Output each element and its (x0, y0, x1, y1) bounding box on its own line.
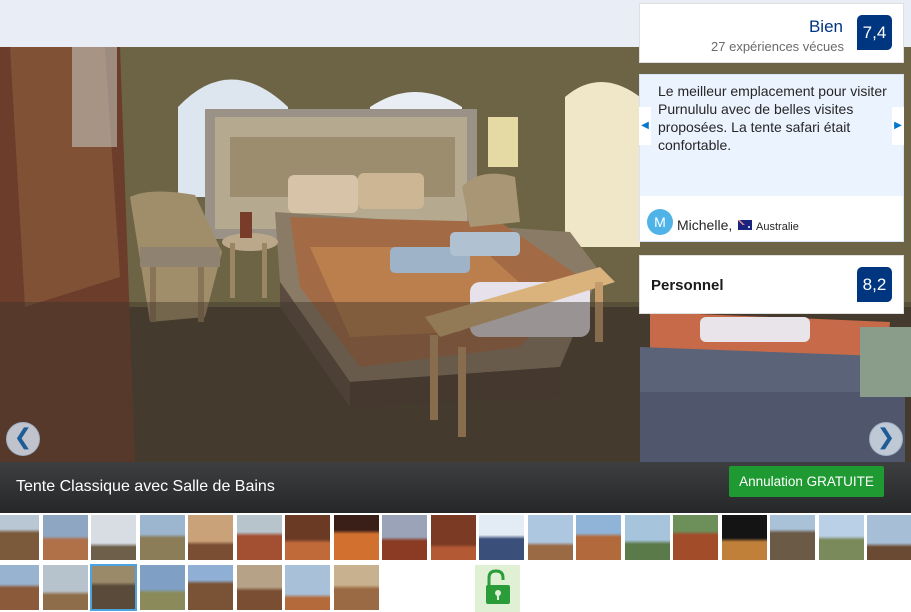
reviewer-country: Australie (756, 221, 799, 233)
staff-score-badge: 8,2 (857, 267, 892, 302)
photo-thumbnail[interactable] (43, 565, 88, 610)
photo-thumbnail[interactable] (285, 515, 330, 560)
photo-thumbnail[interactable] (625, 515, 670, 560)
unlock-icon (486, 569, 510, 604)
triangle-right-icon: ▶ (894, 120, 902, 131)
thumbnail-strip (0, 513, 911, 612)
photo-thumbnail[interactable] (90, 564, 137, 611)
australia-flag-icon (738, 220, 753, 230)
guest-review-card: Le meilleur emplacement pour visiter Pur… (639, 74, 904, 242)
photo-thumbnail[interactable] (431, 515, 476, 560)
reviewer-name: Michelle, (677, 217, 733, 233)
review-prev-button[interactable]: ◀ (639, 107, 651, 145)
hotel-gallery-page: ❮ ❯ Tente Classique avec Salle de Bains … (0, 0, 911, 612)
review-score-card[interactable]: Bien 27 expériences vécues 7,4 (639, 3, 904, 63)
reviewer-avatar: M (647, 209, 673, 235)
photo-thumbnail[interactable] (188, 565, 233, 610)
photo-thumbnail[interactable] (479, 515, 524, 560)
reviewer-info: Michelle, Australie (677, 217, 799, 233)
photo-thumbnail[interactable] (576, 515, 621, 560)
review-text: Le meilleur emplacement pour visiter Pur… (658, 83, 887, 153)
review-count: 27 expériences vécues (711, 39, 844, 54)
photo-thumbnail[interactable] (237, 565, 282, 610)
photo-thumbnail[interactable] (140, 515, 185, 560)
photo-thumbnail[interactable] (673, 515, 718, 560)
staff-score-card[interactable]: Personnel 8,2 (639, 255, 904, 314)
photo-thumbnail[interactable] (334, 565, 379, 610)
review-next-button[interactable]: ▶ (892, 107, 904, 145)
photo-thumbnail[interactable] (722, 515, 767, 560)
free-cancellation-button[interactable]: Annulation GRATUITE (729, 466, 884, 497)
room-name: Tente Classique avec Salle de Bains (16, 478, 275, 495)
score-label: Bien (808, 17, 843, 36)
photo-thumbnail[interactable] (285, 565, 330, 610)
photo-prev-button[interactable]: ❮ (6, 422, 40, 456)
chevron-left-icon: ❮ (13, 425, 33, 450)
photo-thumbnail[interactable] (334, 515, 379, 560)
photo-thumbnail[interactable] (0, 515, 39, 560)
triangle-left-icon: ◀ (641, 120, 649, 131)
photo-thumbnail[interactable] (770, 515, 815, 560)
photo-thumbnail[interactable] (382, 515, 427, 560)
photo-thumbnail[interactable] (819, 515, 864, 560)
photo-thumbnail[interactable] (91, 515, 136, 560)
photo-thumbnail[interactable] (0, 565, 39, 610)
chevron-right-icon: ❯ (876, 425, 896, 450)
photo-next-button[interactable]: ❯ (869, 422, 903, 456)
unlock-photos-button[interactable] (475, 565, 520, 612)
staff-label: Personnel (651, 277, 724, 294)
photo-thumbnail[interactable] (867, 515, 911, 560)
photo-thumbnail[interactable] (237, 515, 282, 560)
photo-thumbnail[interactable] (188, 515, 233, 560)
photo-thumbnail[interactable] (528, 515, 573, 560)
photo-thumbnail[interactable] (43, 515, 88, 560)
photo-thumbnail[interactable] (140, 565, 185, 610)
score-badge: 7,4 (857, 15, 892, 50)
